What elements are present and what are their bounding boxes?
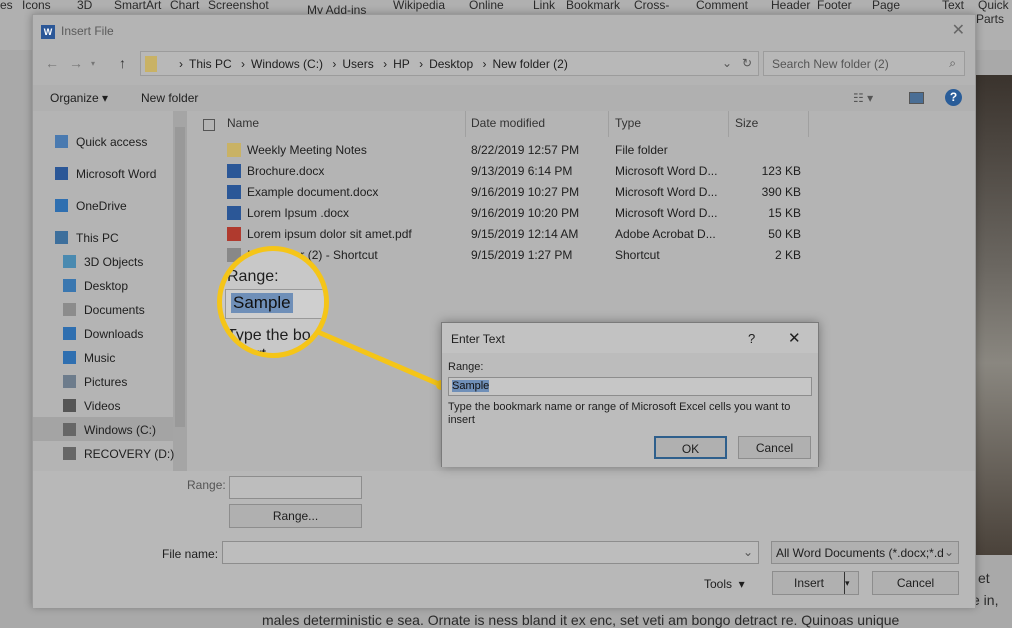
- ok-button[interactable]: OK: [654, 436, 727, 459]
- close-button[interactable]: ✕: [788, 329, 801, 347]
- enter-text-title: Enter Text: [451, 332, 505, 346]
- enter-text-dialog: Enter Text ? ✕ Range: Sample Type the bo…: [441, 322, 819, 467]
- callout-line: [317, 329, 442, 388]
- range-label: Range:: [448, 361, 484, 373]
- callout-connector: [317, 329, 446, 390]
- range-value: Sample: [452, 380, 490, 392]
- magnified-text: Type the bo: [227, 327, 311, 344]
- magnified-range-label: Range:: [227, 268, 279, 285]
- description: Type the bookmark name or range of Micro…: [448, 401, 791, 426]
- range-input[interactable]: Sample: [448, 377, 812, 396]
- help-button[interactable]: ?: [748, 331, 755, 346]
- cancel-button[interactable]: Cancel: [738, 436, 811, 459]
- magnifier-callout: Range: Sample Type the bo insert: [217, 246, 329, 358]
- magnified-sample: Sample: [231, 293, 293, 313]
